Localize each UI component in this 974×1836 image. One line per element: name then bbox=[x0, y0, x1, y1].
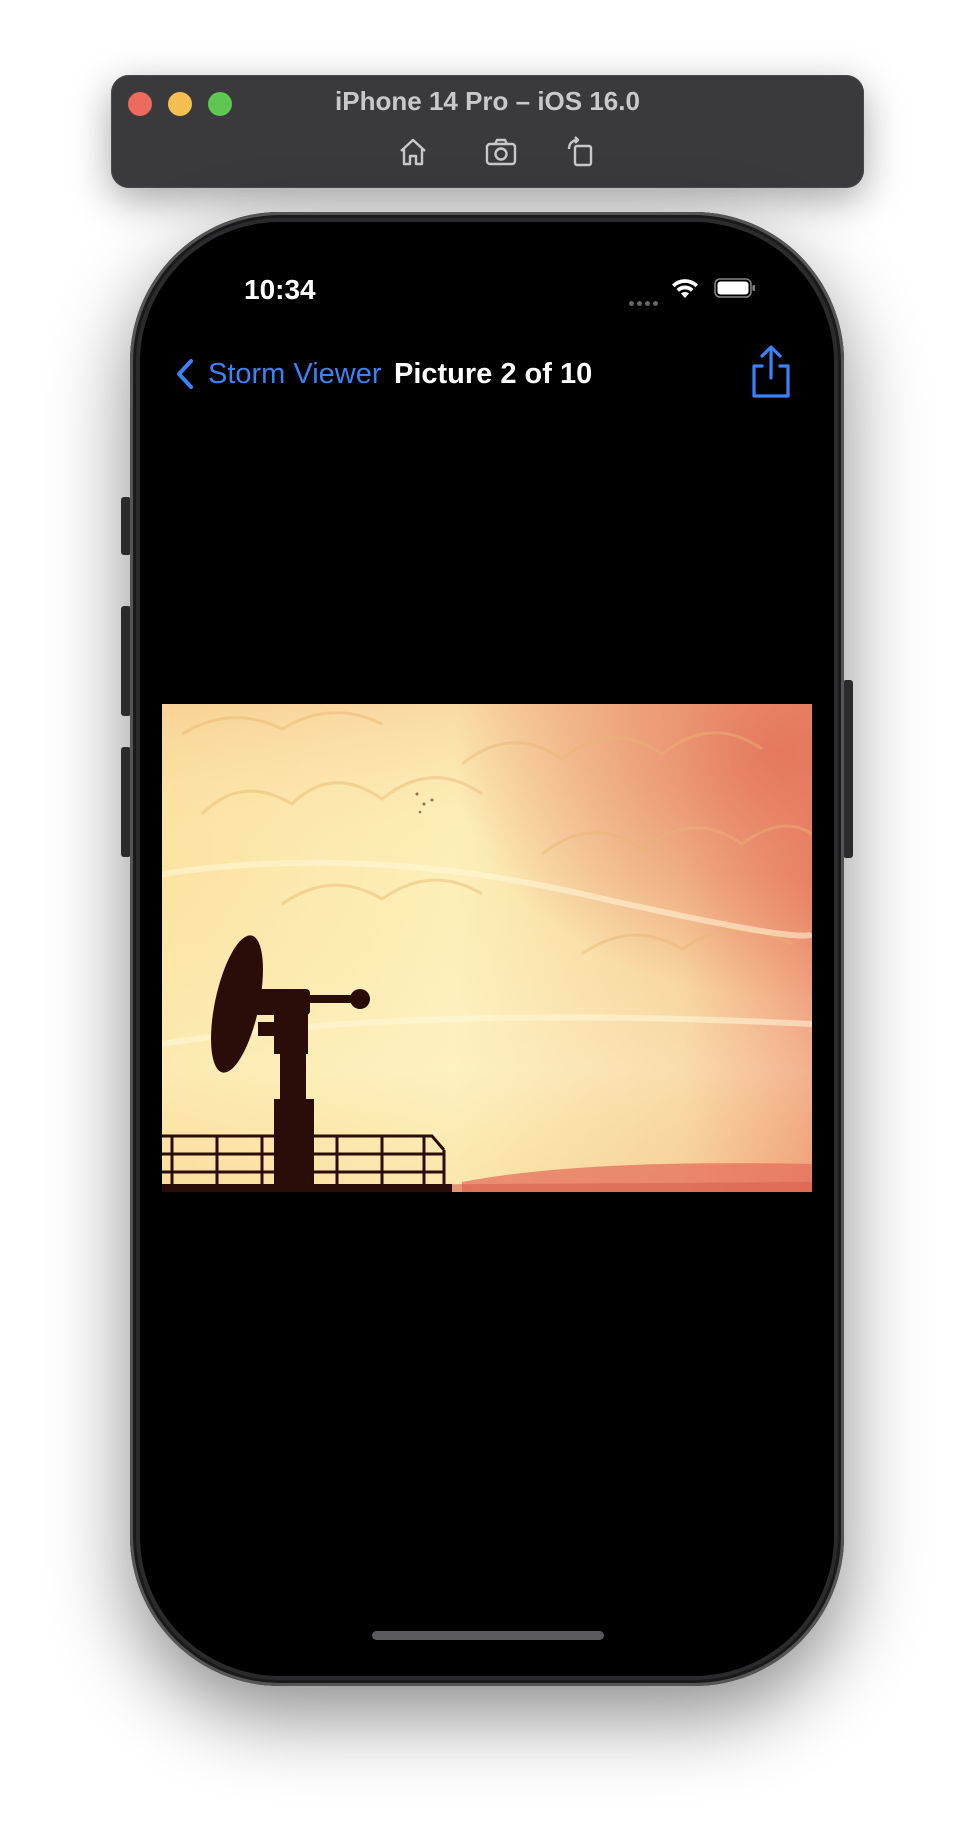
chevron-left-icon bbox=[177, 359, 193, 389]
back-button-label: Storm Viewer bbox=[208, 357, 382, 390]
cellular-signal-icon bbox=[629, 293, 663, 306]
dynamic-island bbox=[385, 250, 591, 308]
power-button[interactable] bbox=[843, 680, 853, 858]
simulator-title: iPhone 14 Pro – iOS 16.0 bbox=[335, 86, 640, 116]
home-indicator[interactable] bbox=[372, 1631, 604, 1640]
back-button[interactable]: Storm Viewer bbox=[174, 352, 382, 396]
device-screen: 10:34 Storm Viewer Picture 2 of 10 bbox=[140, 222, 834, 1676]
share-icon[interactable] bbox=[746, 344, 796, 400]
status-time: 10:34 bbox=[244, 274, 316, 305]
battery-icon bbox=[714, 278, 756, 298]
nav-title: Picture 2 of 10 bbox=[394, 358, 593, 390]
screenshot-icon[interactable] bbox=[484, 135, 518, 169]
rotate-icon[interactable] bbox=[564, 135, 598, 169]
wifi-icon bbox=[670, 276, 700, 300]
storm-photo bbox=[162, 704, 812, 1192]
home-icon[interactable] bbox=[396, 135, 430, 169]
